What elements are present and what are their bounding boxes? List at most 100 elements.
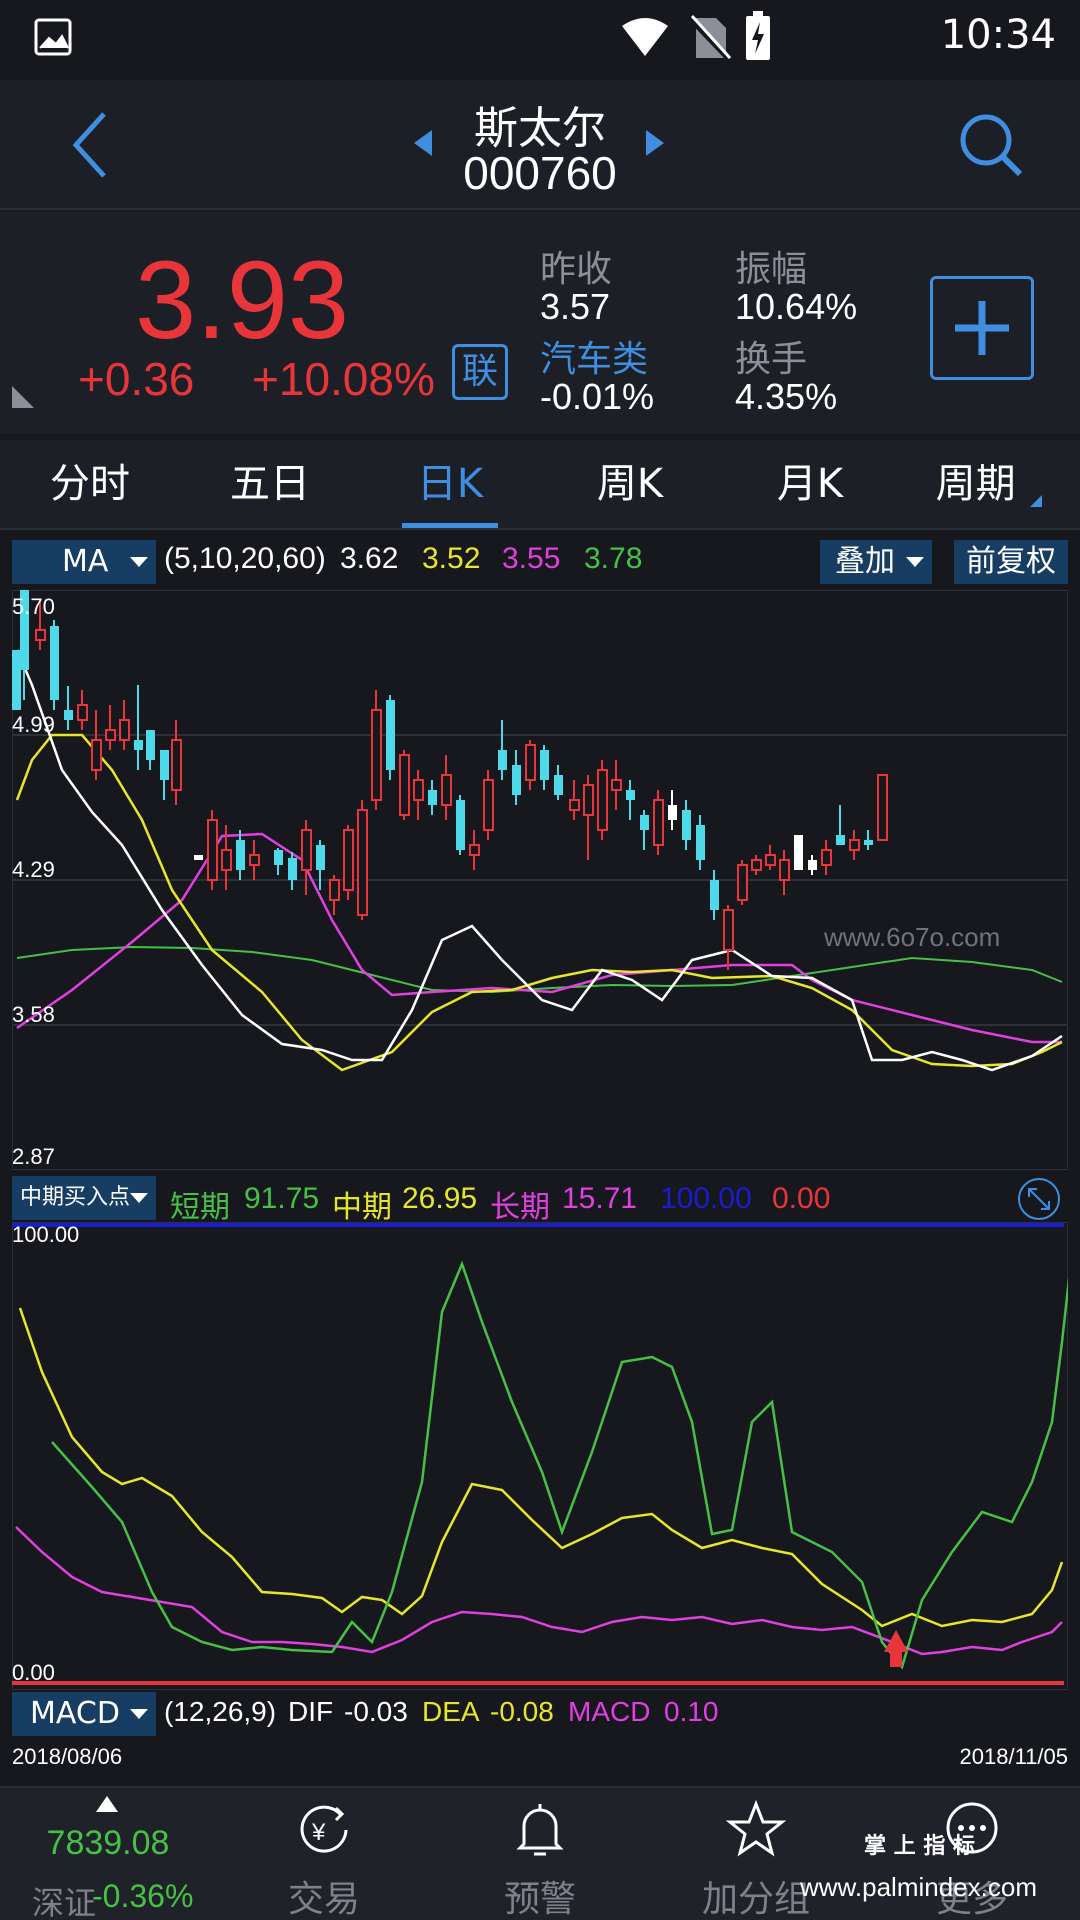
adjustment-button[interactable]: 前复权 (954, 540, 1068, 584)
prev-close-value: 3.57 (540, 286, 611, 327)
overlay-label: 叠加 (835, 544, 895, 579)
clock: 10:34 (940, 12, 1056, 58)
index-name: 深证 (32, 1884, 97, 1920)
ma5-value: 3.62 (340, 542, 399, 575)
candle-body (371, 709, 382, 801)
candle-body (469, 844, 480, 856)
svg-text:¥: ¥ (311, 1819, 326, 1846)
ma-params: (5,10,20,60) (164, 542, 326, 575)
corner-dropdown-icon (1030, 495, 1043, 507)
candle-body (35, 629, 46, 641)
tab-period-label: 周期 (935, 461, 1016, 507)
ma-selector[interactable]: MA (12, 540, 156, 584)
nav-alerts[interactable]: 预警 (432, 1788, 648, 1920)
no-sim-icon (688, 14, 732, 62)
candle-body (723, 909, 734, 951)
candle-body (696, 825, 705, 860)
candle-body (569, 799, 580, 811)
index-ticker[interactable]: 7839.08 深证 -0.36% (0, 1788, 216, 1920)
candle-body (316, 845, 325, 870)
battery-charging-icon (746, 11, 770, 60)
dif-label: DIF (288, 1696, 334, 1727)
wifi-icon (622, 18, 668, 56)
next-stock-icon[interactable] (644, 128, 666, 158)
linked-badge[interactable]: 联 (452, 344, 508, 400)
candle-body (12, 650, 21, 710)
indicator-selector[interactable]: 中期买入点 (12, 1176, 156, 1220)
candle-body (597, 769, 608, 831)
macd-selector-label: MACD (30, 1696, 120, 1731)
candle-body (441, 774, 452, 806)
candle-body (779, 859, 790, 881)
stock-header: 斯太尔 000760 (0, 80, 1080, 210)
price-axis-top: 5.70 (12, 594, 55, 619)
ma10-value: 3.52 (422, 542, 481, 575)
indicator-lower-value: 0.00 (772, 1182, 831, 1215)
index-change: -0.36% (92, 1878, 194, 1914)
add-to-watchlist-button[interactable] (930, 276, 1034, 380)
candle-body (428, 790, 437, 805)
candle-body (821, 849, 832, 866)
watermark: www.6o7o.com (823, 922, 1000, 952)
ma-selector-label: MA (62, 544, 109, 579)
tab-daily-k[interactable]: 日K (360, 440, 540, 528)
candle-body (808, 860, 817, 870)
candle-body (682, 810, 691, 840)
chevron-down-icon (130, 1709, 148, 1719)
mid-term-value: 26.95 (402, 1182, 478, 1215)
trade-yen-icon: ¥ (300, 1805, 348, 1853)
overlay-selector[interactable]: 叠加 (820, 540, 932, 584)
candle-body (301, 829, 312, 871)
candle-body (236, 840, 245, 870)
arrow-up-icon (96, 1796, 118, 1812)
candle-body (836, 835, 845, 845)
candle-body (119, 719, 130, 741)
nav-alerts-label: 预警 (503, 1879, 576, 1920)
index-value: 7839.08 (46, 1824, 170, 1862)
candle-body (171, 739, 182, 791)
candle-body (274, 850, 283, 865)
candle-body (343, 829, 354, 891)
expand-icon[interactable] (1016, 1176, 1062, 1222)
candle-body (877, 774, 888, 841)
candle-body (64, 710, 73, 720)
price-axis-label: 3.58 (12, 1002, 55, 1027)
sector-link[interactable]: 汽车类 (540, 330, 648, 382)
tab-monthly-k[interactable]: 月K (720, 440, 900, 528)
candlestick-chart[interactable]: 5.70 4.99 4.29 3.58 2.87 www.6o7o.com (12, 590, 1068, 1170)
corner-indicator-icon (12, 386, 34, 408)
nav-trade[interactable]: ¥ 交易 (216, 1788, 432, 1920)
macd-params: (12,26,9) (164, 1696, 277, 1727)
ma60-value: 3.78 (584, 542, 643, 575)
candle-body (221, 849, 232, 871)
dea-value: -0.08 (490, 1696, 554, 1727)
turnover-label: 换手 (735, 339, 808, 380)
indicator-axis-top: 100.00 (12, 1222, 79, 1247)
candle-body (207, 819, 218, 881)
candle-body (105, 729, 116, 741)
tab-intraday[interactable]: 分时 (0, 440, 180, 528)
candle-body (512, 765, 521, 795)
price-change-percent: +10.08% (252, 353, 435, 405)
candle-body (399, 754, 410, 816)
amplitude-label: 振幅 (735, 249, 808, 290)
candle-body (456, 800, 465, 850)
macd-value: 0.10 (664, 1696, 719, 1727)
buy-point-indicator-chart[interactable]: 100.00 0.00 (12, 1222, 1068, 1690)
macd-selector[interactable]: MACD (12, 1692, 156, 1736)
chevron-down-icon (130, 557, 148, 567)
candle-body (794, 835, 803, 870)
tab-five-day[interactable]: 五日 (180, 440, 360, 528)
tab-period[interactable]: 周期 (900, 440, 1080, 528)
candle-body (554, 775, 563, 795)
candle-body (413, 779, 424, 801)
candle-body (626, 790, 635, 800)
search-icon[interactable] (958, 112, 1024, 178)
candle-body (160, 750, 169, 780)
status-bar: 10:34 (0, 0, 1080, 80)
candle-body (710, 880, 719, 910)
indicator-selector-label: 中期买入点 (20, 1185, 131, 1210)
candle-body (249, 854, 260, 866)
tab-weekly-k[interactable]: 周K (540, 440, 720, 528)
candle-body (640, 815, 649, 830)
